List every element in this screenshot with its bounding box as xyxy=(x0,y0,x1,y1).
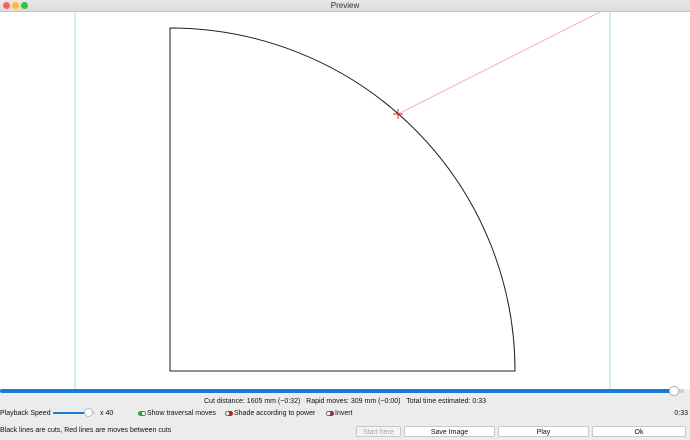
total-time-text: Total time estimated: 0:33 xyxy=(406,398,486,405)
stats-line: Cut distance: 1605 mm (~0:32) Rapid move… xyxy=(0,398,690,405)
invert-label: Invert xyxy=(335,410,353,417)
cut-path xyxy=(169,27,516,372)
playback-speed-value: x 40 xyxy=(100,410,114,417)
elapsed-time: 0:33 xyxy=(674,410,688,417)
show-traversal-label: Show traversal moves xyxy=(147,410,216,417)
preview-drawing xyxy=(74,12,611,389)
ok-button[interactable]: Ok xyxy=(592,426,686,437)
rapid-move-line xyxy=(397,12,601,115)
playback-progress-handle[interactable] xyxy=(668,386,679,396)
play-button[interactable]: Play xyxy=(498,426,589,437)
rapid-moves-text: Rapid moves: 309 mm (~0:00) xyxy=(306,398,401,405)
playback-speed-handle[interactable] xyxy=(84,408,94,417)
save-image-button[interactable]: Save Image xyxy=(404,426,495,437)
preview-canvas[interactable] xyxy=(0,12,690,389)
shade-power-checkbox[interactable]: Shade according to power xyxy=(225,410,315,417)
invert-checkbox[interactable]: Invert xyxy=(326,410,353,417)
playback-progress-fill xyxy=(0,389,674,393)
cut-distance-text: Cut distance: 1605 mm (~0:32) xyxy=(204,398,301,405)
show-traversal-checkbox[interactable]: Show traversal moves xyxy=(138,410,216,417)
playback-speed-label: Playback Speed xyxy=(0,410,51,417)
window-title: Preview xyxy=(330,1,360,10)
legend-note: Black lines are cuts, Red lines are move… xyxy=(0,427,172,434)
toggle-icon[interactable] xyxy=(138,411,146,416)
toggle-icon[interactable] xyxy=(326,411,334,416)
shade-power-label: Shade according to power xyxy=(234,410,316,417)
toggle-icon[interactable] xyxy=(225,411,233,416)
title-bar: Preview xyxy=(0,0,690,12)
start-here-button[interactable]: Start here xyxy=(356,426,401,437)
playback-progress-bar[interactable] xyxy=(0,389,684,393)
